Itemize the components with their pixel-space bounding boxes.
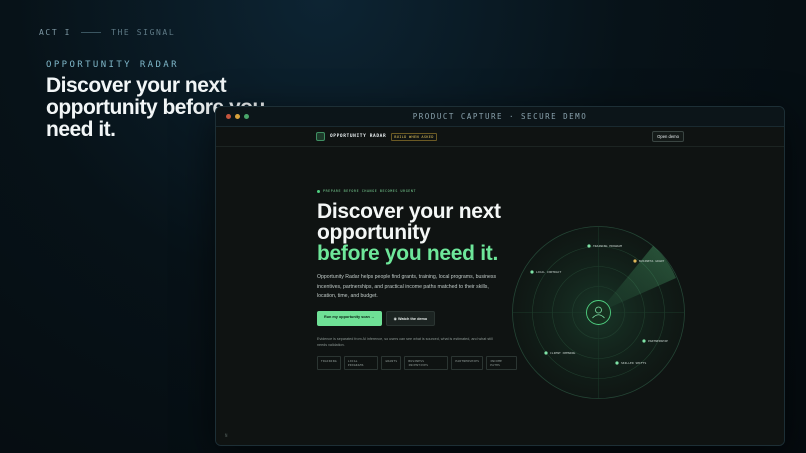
hero-title: Discover your next opportunity before yo…	[317, 201, 517, 264]
radar-visual: TRAINING PROGRAM BUSINESS GRANT LOCAL CONT…	[512, 226, 685, 399]
tag[interactable]: LOCAL PROGRAMS	[343, 355, 379, 370]
hero-title-accent: before you need it.	[317, 242, 498, 265]
watch-demo-label: Watch the demo	[398, 316, 428, 321]
brand-logo-icon	[316, 132, 325, 141]
hero-description: Opportunity Radar helps people find gran…	[317, 274, 497, 299]
cta-row: Run my opportunity scan → ◉ Watch the de…	[317, 310, 517, 326]
maximize-dot-icon[interactable]	[244, 114, 249, 119]
status-dot-icon	[317, 189, 320, 193]
radar-point-label: CLIENT OPENING	[550, 351, 575, 355]
hero-kicker: PREPARE BEFORE CHANGE BECOMES URGENT	[317, 189, 517, 193]
run-scan-button[interactable]: Run my opportunity scan →	[317, 310, 382, 326]
radar-point[interactable]: CLIENT OPENING	[544, 351, 575, 355]
radar-point-dot	[615, 361, 619, 365]
app-viewport: OPPORTUNITY RADAR BUILD WHEN ASKED Open …	[216, 127, 784, 445]
radar-point-label: LOCAL CONTRACT	[536, 270, 561, 274]
radar-point[interactable]: TRAINING PROGRAM	[587, 244, 622, 248]
evidence-note: Evidence is separated from AI inference,…	[317, 336, 493, 347]
tag[interactable]: BUSINESS INCENTIVES	[404, 355, 449, 370]
kicker-text: PREPARE BEFORE CHANGE BECOMES URGENT	[323, 189, 417, 193]
section-label: THE SIGNAL	[111, 28, 176, 37]
tag[interactable]: TRAINING	[317, 355, 341, 370]
radar-point-dot	[633, 259, 637, 263]
hero-title-main: Discover your next opportunity	[317, 200, 501, 244]
close-dot-icon[interactable]	[226, 114, 231, 119]
app-navbar: OPPORTUNITY RADAR BUILD WHEN ASKED Open …	[216, 127, 784, 147]
radar-point-label: BUSINESS GRANT	[639, 259, 664, 263]
radar-point-dot	[530, 270, 534, 274]
radar-point-dot	[642, 339, 646, 343]
window-dots	[226, 114, 249, 119]
radar-point-dot	[587, 244, 591, 248]
brand-name: OPPORTUNITY RADAR	[330, 134, 387, 139]
divider	[81, 32, 102, 33]
radar-point[interactable]: LOCAL CONTRACT	[530, 270, 561, 274]
category-tags: TRAINING LOCAL PROGRAMS GRANTS BUSINESS …	[317, 355, 518, 370]
radar-point-label: SKILLED SHIFTS	[621, 361, 646, 365]
brand-badge: BUILD WHEN ASKED	[391, 132, 437, 141]
open-demo-button[interactable]: Open demo	[652, 131, 684, 142]
tag[interactable]: GRANTS	[381, 355, 402, 370]
radar-point-label: TRAINING PROGRAM	[593, 244, 622, 248]
radar-point-dot	[544, 351, 548, 355]
tag[interactable]: PARTNERSHIPS	[451, 355, 484, 370]
act-row: ACT I THE SIGNAL	[39, 28, 175, 37]
watch-demo-button[interactable]: ◉ Watch the demo	[385, 310, 436, 326]
user-center	[586, 300, 611, 325]
radar-point-label: PARTNERSHIP	[648, 339, 668, 343]
capture-title: PRODUCT CAPTURE · SECURE DEMO	[216, 107, 784, 127]
product-capture-window: PRODUCT CAPTURE · SECURE DEMO OPPORTUNIT…	[215, 106, 785, 446]
radar-point[interactable]: BUSINESS GRANT	[633, 259, 664, 263]
minimize-dot-icon[interactable]	[235, 114, 240, 119]
corner-marker: N	[225, 433, 228, 438]
radar-point[interactable]: SKILLED SHIFTS	[615, 361, 646, 365]
hero-content: PREPARE BEFORE CHANGE BECOMES URGENT Dis…	[317, 189, 518, 370]
slide-eyebrow: OPPORTUNITY RADAR	[46, 60, 179, 70]
brand[interactable]: OPPORTUNITY RADAR BUILD WHEN ASKED	[316, 132, 437, 141]
act-label: ACT I	[39, 28, 72, 37]
